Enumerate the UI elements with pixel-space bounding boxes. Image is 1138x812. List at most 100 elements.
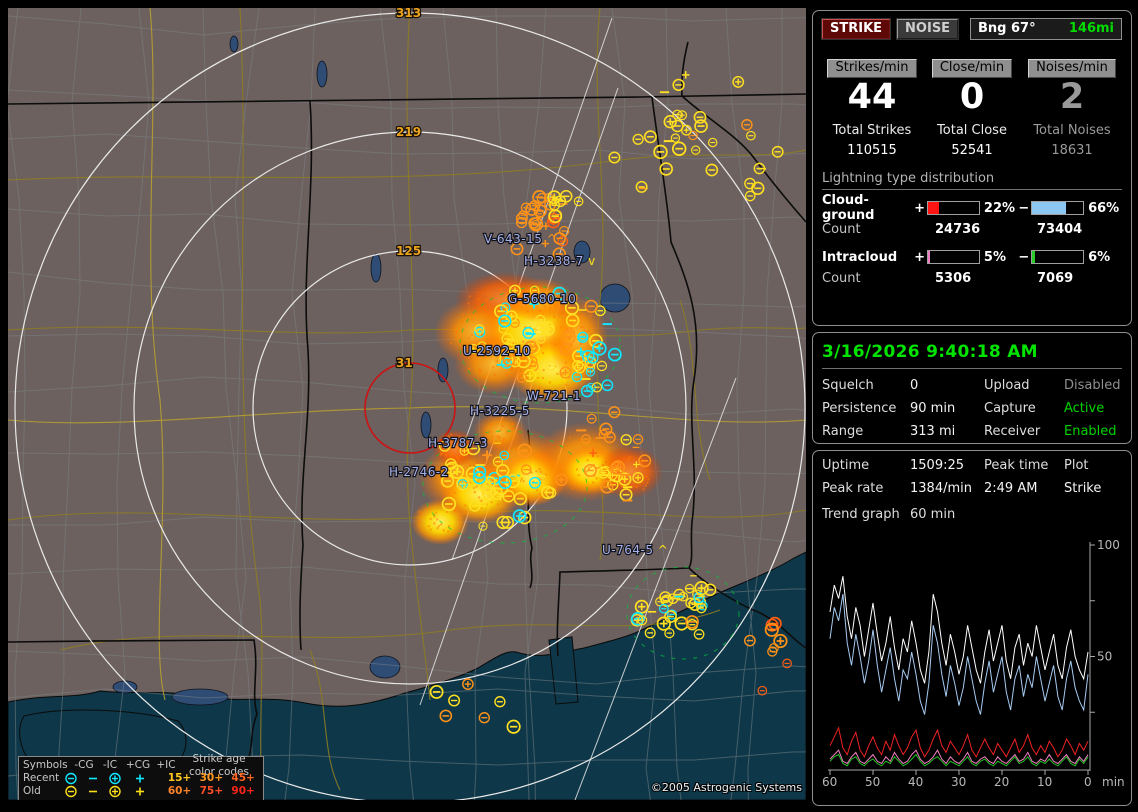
strikes-per-min-button[interactable]: Strikes/min: [827, 59, 916, 78]
ring-label-219: 219: [396, 125, 421, 139]
legend-symbol-sym-cgm: [63, 772, 85, 785]
persistence-label: Persistence: [822, 401, 910, 416]
minus-sign: −: [1018, 250, 1030, 265]
upload-label: Upload: [984, 378, 1064, 393]
cloud-ground-counts: Count 24736 73404: [822, 222, 1122, 237]
legend-col-pos-ic: +IC: [153, 759, 179, 772]
storm-cell-label: W-721-1: [527, 389, 581, 403]
trend-axes: [828, 542, 1095, 775]
legend-symbol-sym-cgp: [107, 772, 132, 785]
trend-axis-labels: 100506050403020100min: [822, 538, 1125, 789]
intracloud-label: Intracloud: [822, 250, 914, 265]
legend-symbol-sym-icm: [85, 772, 107, 785]
storm-cell-label: H-3787-3 −: [428, 436, 503, 450]
pos-ic-bar: [927, 250, 980, 264]
peak-time-value: 2:49 AM: [984, 481, 1064, 496]
distribution-title: Lightning type distribution: [822, 171, 1122, 190]
legend-symbol-sym-icm: [85, 785, 107, 798]
trend-series-neg-intracloud: [830, 755, 1088, 766]
storm-cell-label: U-764-5 ^: [602, 543, 668, 557]
close-per-min-button[interactable]: Close/min: [932, 59, 1012, 78]
copyright-text: ©2005 Astrogenic Systems: [651, 781, 802, 794]
strike-mode-button[interactable]: STRIKE: [822, 19, 890, 39]
svg-text:50: 50: [865, 775, 880, 789]
peak-rate-label: Peak rate: [822, 481, 910, 496]
plot-label: Plot: [1064, 458, 1122, 473]
neg-cg-percent: 66%: [1087, 201, 1122, 216]
plot-mode-value: Strike: [1064, 481, 1122, 496]
svg-text:0: 0: [1084, 775, 1092, 789]
plus-sign: +: [914, 201, 926, 216]
legend-symbols-header: Symbols: [23, 759, 71, 772]
trend-graph: 100506050403020100min: [818, 536, 1130, 800]
intracloud-counts: Count 5306 7069: [822, 271, 1122, 286]
total-noises-label: Total Noises: [1022, 123, 1122, 138]
peak-rate-value: 1384/min: [910, 481, 984, 496]
trend-series-pos-cloud-ground: [830, 728, 1088, 757]
storm-cell-label: H-2746-2 −: [389, 465, 464, 479]
svg-text:100: 100: [1097, 538, 1120, 552]
receiver-label: Receiver: [984, 424, 1064, 439]
legend-recent-label: Recent: [23, 772, 63, 785]
trend-series-neg-cloud-ground: [830, 594, 1088, 714]
storm-cell-label: H-3225-5: [470, 404, 530, 418]
pos-ic-count: 5306: [935, 271, 1037, 286]
noises-column: Noises/min 2 Total Noises 18631: [1022, 59, 1122, 158]
total-close-value: 52541: [922, 143, 1022, 158]
trend-series-total-strike-rate: [830, 576, 1088, 683]
noises-rate: 2: [1022, 79, 1122, 117]
svg-text:30: 30: [951, 775, 966, 789]
pos-ic-percent: 5%: [983, 250, 1018, 265]
age-code-30+: 30+: [195, 772, 227, 785]
svg-text:20: 20: [994, 775, 1009, 789]
bearing-readout: Bng 67° 146mi: [970, 18, 1122, 40]
legend-col-pos-cg: +CG: [123, 759, 153, 772]
count-label: Count: [822, 222, 935, 237]
strikes-rate: 44: [822, 79, 922, 117]
bearing-distance: 146mi: [1069, 19, 1114, 39]
noise-mode-button[interactable]: NOISE: [897, 19, 958, 39]
capture-label: Capture: [984, 401, 1064, 416]
neg-cg-bar: [1031, 201, 1084, 215]
svg-text:min: min: [1102, 775, 1125, 789]
nexstorm-window: 31321912531V-643-15 ^H-3238-7 vG-5680-10…: [0, 0, 1138, 812]
age-code-45+: 45+: [227, 772, 259, 785]
intracloud-row: Intracloud + 5% − 6%: [822, 248, 1122, 267]
noises-per-min-button[interactable]: Noises/min: [1028, 59, 1116, 78]
svg-text:10: 10: [1037, 775, 1052, 789]
squelch-value: 0: [910, 378, 984, 393]
trend-window-value: 60 min: [910, 507, 955, 522]
map-canvas[interactable]: 31321912531V-643-15 ^H-3238-7 vG-5680-10…: [8, 8, 806, 800]
persistence-value: 90 min: [910, 401, 984, 416]
age-code-15+: 15+: [164, 772, 196, 785]
ring-label-313: 313: [396, 8, 421, 20]
total-noises-value: 18631: [1022, 143, 1122, 158]
cloud-ground-label: Cloud-ground: [822, 193, 914, 223]
svg-text:50: 50: [1097, 650, 1112, 664]
pos-cg-percent: 22%: [983, 201, 1018, 216]
legend-old-label: Old: [23, 785, 63, 798]
legend-symbol-sym-icp: [132, 785, 154, 798]
total-strikes-label: Total Strikes: [822, 123, 922, 138]
total-close-label: Total Close: [922, 123, 1022, 138]
close-column: Close/min 0 Total Close 52541: [922, 59, 1022, 158]
uptime-label: Uptime: [822, 458, 910, 473]
storm-cell-label: H-3238-7 v: [524, 254, 596, 268]
upload-status: Disabled: [1064, 378, 1122, 393]
pos-cg-bar: [927, 201, 980, 215]
range-value: 313 mi: [910, 424, 984, 439]
map-view[interactable]: 31321912531V-643-15 ^H-3238-7 vG-5680-10…: [8, 8, 806, 800]
legend-symbol-sym-cgm: [63, 785, 85, 798]
neg-ic-percent: 6%: [1087, 250, 1122, 265]
age-code-75+: 75+: [195, 785, 227, 798]
pos-cg-count: 24736: [935, 222, 1037, 237]
plus-sign: +: [914, 250, 926, 265]
svg-text:40: 40: [908, 775, 923, 789]
ring-label-31: 31: [396, 356, 413, 370]
storm-cell-label: U-2592-10: [463, 344, 531, 358]
bearing-value: Bng 67°: [978, 19, 1036, 39]
storm-cell-label: V-643-15 ^: [484, 232, 557, 246]
total-strikes-value: 110515: [822, 143, 922, 158]
neg-ic-count: 7069: [1037, 271, 1073, 286]
close-rate: 0: [922, 79, 1022, 117]
